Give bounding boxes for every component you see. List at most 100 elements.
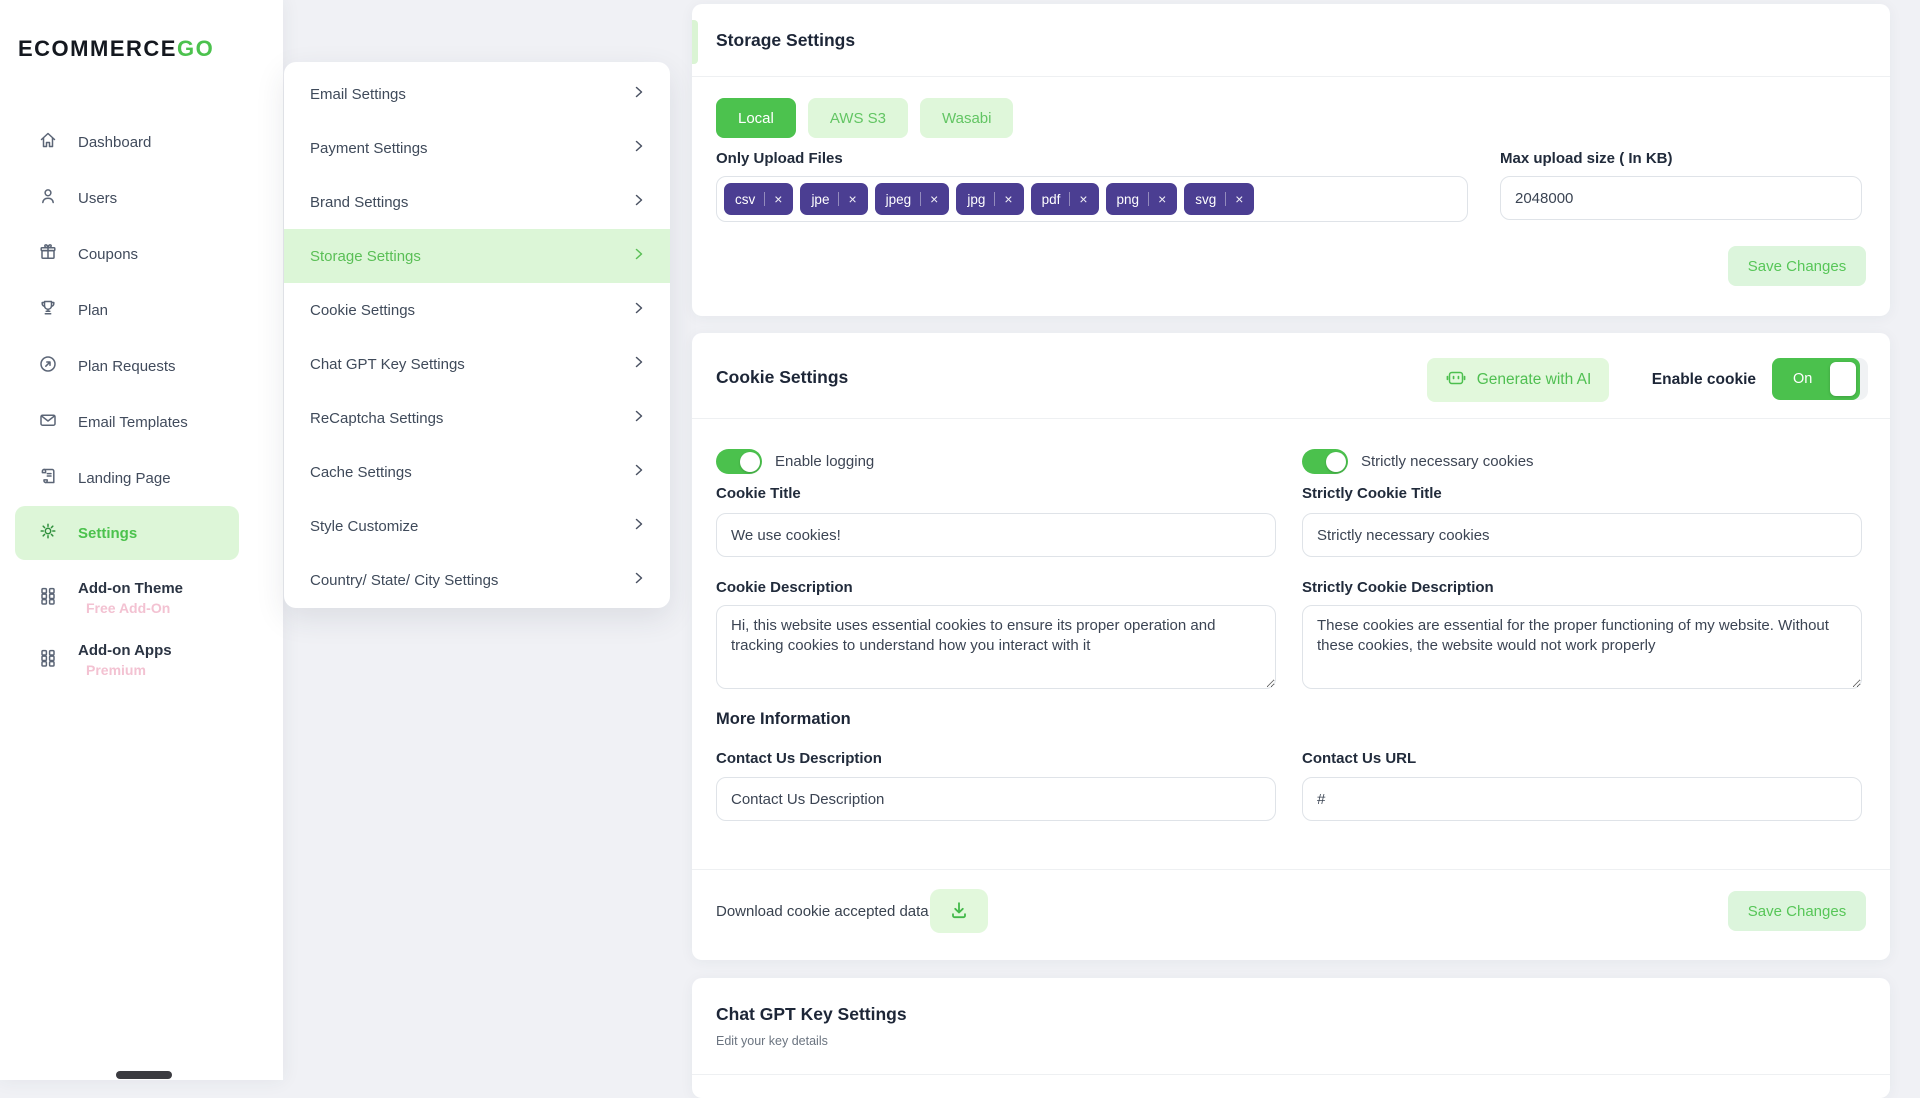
addon-badge: Premium	[86, 662, 146, 678]
menu-item-storage-settings[interactable]: Storage Settings	[284, 229, 670, 283]
menu-item-label: Payment Settings	[310, 139, 428, 157]
file-tag-label: png	[1116, 191, 1140, 207]
menu-item-label: Country/ State/ City Settings	[310, 571, 499, 589]
settings-submenu: Email Settings Payment Settings Brand Se…	[284, 62, 670, 608]
strictly-cookie-description-textarea[interactable]: These cookies are essential for the prop…	[1302, 605, 1862, 689]
storage-settings-card: Storage Settings Local AWS S3 Wasabi Onl…	[692, 4, 1890, 316]
chevron-right-icon	[634, 193, 644, 211]
tag-separator	[1069, 192, 1071, 206]
sidebar-item-addon-theme[interactable]: Add-on Theme Free Add-On	[0, 567, 283, 629]
generate-with-ai-button[interactable]: Generate with AI	[1427, 358, 1609, 402]
menu-item-label: ReCaptcha Settings	[310, 409, 444, 427]
sidebar: ECOMMERCEGO Dashboard Users Coupons Plan…	[0, 0, 283, 1080]
envelope-icon	[38, 410, 58, 434]
chatgpt-key-settings-card: Chat GPT Key Settings Edit your key deta…	[692, 978, 1890, 1098]
grid-icon	[38, 648, 58, 672]
menu-item-country-state-city-settings[interactable]: Country/ State/ City Settings	[284, 553, 670, 607]
tag-separator	[920, 192, 922, 206]
enable-logging-toggle[interactable]	[716, 449, 762, 474]
storage-save-button[interactable]: Save Changes	[1728, 246, 1866, 286]
sidebar-item-label: Users	[78, 189, 118, 207]
download-cookie-data-label: Download cookie accepted data	[716, 903, 929, 920]
max-upload-size-label: Max upload size ( In KB)	[1500, 150, 1673, 167]
sidebar-item-coupons[interactable]: Coupons	[0, 226, 283, 282]
tag-separator	[1225, 192, 1227, 206]
sidebar-item-label: Email Templates	[78, 413, 188, 431]
sidebar-item-addon-apps[interactable]: Add-on Apps Premium	[0, 629, 283, 691]
chevron-right-icon	[634, 355, 644, 373]
cookie-title-input[interactable]	[716, 513, 1276, 557]
remove-tag-icon[interactable]: ×	[930, 191, 938, 207]
sidebar-item-landing-page[interactable]: Landing Page	[0, 450, 283, 506]
strictly-necessary-toggle[interactable]	[1302, 449, 1348, 474]
divider	[692, 1074, 1890, 1075]
strictly-necessary-row: Strictly necessary cookies	[1302, 449, 1534, 474]
menu-item-style-customize[interactable]: Style Customize	[284, 499, 670, 553]
menu-item-chatgpt-key-settings[interactable]: Chat GPT Key Settings	[284, 337, 670, 391]
tab-local[interactable]: Local	[716, 98, 796, 138]
contact-us-description-input[interactable]	[716, 777, 1276, 821]
divider	[692, 869, 1890, 870]
tab-aws-s3[interactable]: AWS S3	[807, 98, 908, 138]
remove-tag-icon[interactable]: ×	[1004, 191, 1012, 207]
remove-tag-icon[interactable]: ×	[1079, 191, 1087, 207]
menu-item-payment-settings[interactable]: Payment Settings	[284, 121, 670, 175]
file-tag: png ×	[1105, 183, 1178, 215]
sidebar-item-dashboard[interactable]: Dashboard	[0, 114, 283, 170]
sidebar-item-email-templates[interactable]: Email Templates	[0, 394, 283, 450]
download-cookie-data-button[interactable]	[930, 889, 988, 933]
enable-cookie-label: Enable cookie	[1651, 371, 1756, 388]
menu-item-cookie-settings[interactable]: Cookie Settings	[284, 283, 670, 337]
file-tag: jpeg ×	[874, 183, 950, 215]
file-types-tag-input[interactable]: csv × jpe × jpeg × jpg × pdf × png × svg ×	[716, 176, 1468, 222]
tab-wasabi[interactable]: Wasabi	[920, 98, 1014, 138]
max-upload-size-input[interactable]	[1500, 176, 1862, 220]
strictly-cookie-description-label: Strictly Cookie Description	[1302, 579, 1494, 596]
strictly-cookie-title-input[interactable]	[1302, 513, 1862, 557]
file-tag-label: jpg	[967, 191, 986, 207]
addon-label: Add-on Theme	[78, 580, 183, 597]
sidebar-item-label: Dashboard	[78, 133, 152, 151]
sidebar-addons: Add-on Theme Free Add-On Add-on Apps Pre…	[0, 567, 283, 691]
chatgpt-key-settings-subtitle: Edit your key details	[716, 1034, 828, 1048]
robot-icon	[1445, 369, 1467, 392]
horizontal-scrollbar-thumb[interactable]	[116, 1071, 172, 1079]
menu-item-label: Style Customize	[310, 517, 419, 535]
brand-name: ECOMMERCE	[18, 36, 177, 61]
sidebar-item-plan-requests[interactable]: Plan Requests	[0, 338, 283, 394]
sidebar-item-label: Plan Requests	[78, 357, 176, 375]
sidebar-item-users[interactable]: Users	[0, 170, 283, 226]
menu-item-label: Cache Settings	[310, 463, 412, 481]
menu-item-label: Storage Settings	[310, 247, 421, 265]
cookie-save-button[interactable]: Save Changes	[1728, 891, 1866, 931]
sidebar-item-plan[interactable]: Plan	[0, 282, 283, 338]
chevron-right-icon	[634, 571, 644, 589]
toggle-knob	[1830, 362, 1856, 396]
remove-tag-icon[interactable]: ×	[848, 191, 856, 207]
remove-tag-icon[interactable]: ×	[1158, 191, 1166, 207]
remove-tag-icon[interactable]: ×	[774, 191, 782, 207]
remove-tag-icon[interactable]: ×	[1235, 191, 1243, 207]
menu-item-brand-settings[interactable]: Brand Settings	[284, 175, 670, 229]
gift-icon	[38, 242, 58, 266]
menu-item-email-settings[interactable]: Email Settings	[284, 67, 670, 121]
strictly-cookie-title-label: Strictly Cookie Title	[1302, 485, 1442, 502]
enable-logging-row: Enable logging	[716, 449, 874, 474]
brand-logo[interactable]: ECOMMERCEGO	[18, 36, 214, 62]
file-tag-label: jpeg	[885, 191, 912, 207]
cookie-description-textarea[interactable]: Hi, this website uses essential cookies …	[716, 605, 1276, 689]
contact-us-url-input[interactable]	[1302, 777, 1862, 821]
tag-separator	[838, 192, 840, 206]
enable-cookie-toggle[interactable]: On	[1772, 358, 1868, 400]
sidebar-item-label: Plan	[78, 301, 109, 319]
sidebar-item-label: Coupons	[78, 245, 139, 263]
sidebar-item-settings[interactable]: Settings	[15, 506, 239, 560]
file-tag: pdf ×	[1030, 183, 1099, 215]
divider	[692, 76, 1890, 77]
chevron-right-icon	[634, 409, 644, 427]
generate-with-ai-label: Generate with AI	[1476, 371, 1592, 388]
cookie-title-label: Cookie Title	[716, 485, 801, 502]
menu-item-cache-settings[interactable]: Cache Settings	[284, 445, 670, 499]
menu-item-recaptcha-settings[interactable]: ReCaptcha Settings	[284, 391, 670, 445]
chevron-right-icon	[634, 301, 644, 319]
